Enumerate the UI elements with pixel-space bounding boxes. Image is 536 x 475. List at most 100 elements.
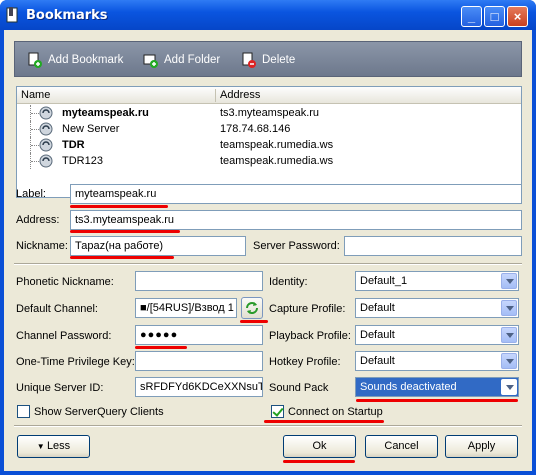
show-serverquery-label[interactable]: Show ServerQuery Clients — [34, 406, 164, 418]
refresh-icon — [246, 302, 258, 314]
capture-profile-select[interactable]: Default — [355, 298, 519, 318]
bookmark-list[interactable]: Name Address myteamspeak.ru ts3.myteamspe… — [16, 86, 522, 198]
sound-pack-value: Sounds deactivated — [360, 381, 457, 393]
ok-button[interactable]: Ok — [283, 435, 356, 458]
playback-profile-value: Default — [360, 329, 395, 341]
address-input[interactable]: ts3.myteamspeak.ru — [70, 210, 522, 230]
apply-label: Apply — [467, 440, 496, 452]
annotation-underline — [70, 230, 180, 233]
channel-password-label: Channel Password: — [16, 330, 112, 342]
separator — [14, 263, 522, 265]
close-icon: × — [513, 9, 522, 24]
bookmarks-app-icon — [6, 7, 18, 23]
sound-pack-select[interactable]: Sounds deactivated — [355, 377, 519, 397]
add-folder-icon — [143, 54, 158, 68]
sound-pack-label: Sound Pack — [269, 382, 329, 394]
bookmark-address: teamspeak.rumedia.ws — [220, 155, 334, 167]
label-input[interactable]: myteamspeak.ru — [70, 184, 522, 204]
dropdown-arrow-icon[interactable] — [501, 300, 517, 316]
annotation-underline — [240, 320, 268, 323]
bookmark-address: ts3.myteamspeak.ru — [220, 107, 320, 119]
column-name[interactable]: Name — [21, 89, 50, 101]
server-password-input[interactable] — [344, 236, 522, 256]
show-serverquery-checkbox[interactable] — [17, 405, 30, 418]
add-folder-label: Add Folder — [164, 54, 221, 66]
default-channel-label: Default Channel: — [16, 303, 98, 315]
cancel-button[interactable]: Cancel — [365, 435, 438, 458]
unique-server-id-input[interactable]: sRFDFYd6KDCeXXNsuT8= — [135, 377, 263, 397]
annotation-underline — [135, 346, 187, 349]
capture-profile-value: Default — [360, 302, 395, 314]
dropdown-arrow-icon[interactable] — [501, 273, 517, 289]
channel-password-input[interactable]: ●●●●● — [135, 325, 263, 345]
title-bar[interactable]: Bookmarks _ □ × — [0, 0, 536, 30]
capture-profile-label: Capture Profile: — [269, 303, 346, 315]
ok-label: Ok — [312, 440, 327, 452]
nickname-label: Nickname: — [16, 240, 68, 252]
server-icon — [39, 122, 53, 136]
nickname-input[interactable]: Тараz(на работе) — [70, 236, 246, 256]
delete-label: Delete — [262, 54, 296, 66]
server-icon — [39, 154, 53, 168]
list-item[interactable]: myteamspeak.ru ts3.myteamspeak.ru — [17, 105, 521, 121]
apply-button[interactable]: Apply — [445, 435, 518, 458]
cancel-label: Cancel — [384, 440, 419, 452]
list-header: Name Address — [17, 87, 521, 104]
maximize-button[interactable]: □ — [484, 6, 505, 27]
refresh-channel-button[interactable] — [241, 297, 263, 319]
bookmark-address: 178.74.68.146 — [220, 123, 291, 135]
hotkey-profile-select[interactable]: Default — [355, 351, 519, 371]
bookmark-address: teamspeak.rumedia.ws — [220, 139, 334, 151]
address-label: Address: — [16, 214, 60, 226]
playback-profile-select[interactable]: Default — [355, 325, 519, 345]
list-item[interactable]: New Server 178.74.68.146 — [17, 121, 521, 137]
bookmark-name: myteamspeak.ru — [62, 107, 149, 119]
window-title: Bookmarks — [26, 8, 108, 23]
dropdown-arrow-icon[interactable] — [501, 379, 517, 395]
unique-server-id-label: Unique Server ID: — [16, 382, 104, 394]
connect-on-startup-checkbox[interactable] — [271, 405, 284, 418]
annotation-underline — [70, 205, 168, 208]
add-bookmark-button[interactable]: Add Bookmark — [27, 51, 123, 69]
server-icon — [39, 106, 53, 120]
privilege-key-input[interactable] — [135, 351, 263, 371]
separator — [14, 425, 522, 427]
less-label: Less — [46, 440, 71, 452]
add-folder-button[interactable]: Add Folder — [143, 51, 220, 69]
connect-on-startup-label[interactable]: Connect on Startup — [288, 406, 383, 418]
identity-value: Default_1 — [360, 275, 408, 287]
list-item[interactable]: TDR123 teamspeak.rumedia.ws — [17, 153, 521, 169]
hotkey-profile-label: Hotkey Profile: — [269, 356, 341, 368]
annotation-underline — [70, 256, 174, 259]
annotation-underline — [283, 460, 355, 463]
label-label: Label: — [16, 188, 46, 200]
privilege-key-label: One-Time Privilege Key: — [16, 356, 135, 368]
column-address[interactable]: Address — [220, 89, 260, 101]
bookmark-name: New Server — [62, 123, 120, 135]
minimize-button[interactable]: _ — [461, 6, 482, 27]
delete-button[interactable]: Delete — [241, 51, 295, 69]
phonetic-nickname-input[interactable] — [135, 271, 263, 291]
delete-icon — [242, 52, 256, 68]
annotation-underline — [264, 420, 384, 423]
identity-label: Identity: — [269, 276, 308, 288]
bookmark-name: TDR123 — [62, 155, 103, 167]
close-button[interactable]: × — [507, 6, 528, 27]
dropdown-arrow-icon[interactable] — [501, 353, 517, 369]
list-item[interactable]: TDR teamspeak.rumedia.ws — [17, 137, 521, 153]
default-channel-input[interactable]: ■/[54RUS]/Взвод 1 — [135, 298, 237, 318]
minimize-icon: _ — [467, 9, 476, 24]
chevron-down-icon: ▼ — [36, 442, 47, 451]
less-button[interactable]: ▼ Less — [17, 435, 90, 458]
add-bookmark-label: Add Bookmark — [48, 54, 124, 66]
bookmark-name: TDR — [62, 139, 85, 151]
maximize-icon: □ — [490, 9, 499, 24]
playback-profile-label: Playback Profile: — [269, 330, 351, 342]
add-bookmark-icon — [28, 52, 42, 68]
annotation-underline — [356, 399, 518, 402]
identity-select[interactable]: Default_1 — [355, 271, 519, 291]
server-icon — [39, 138, 53, 152]
bookmarks-window: Bookmarks _ □ × Add Bookmark Add Folder … — [0, 0, 536, 475]
dropdown-arrow-icon[interactable] — [501, 327, 517, 343]
hotkey-profile-value: Default — [360, 355, 395, 367]
